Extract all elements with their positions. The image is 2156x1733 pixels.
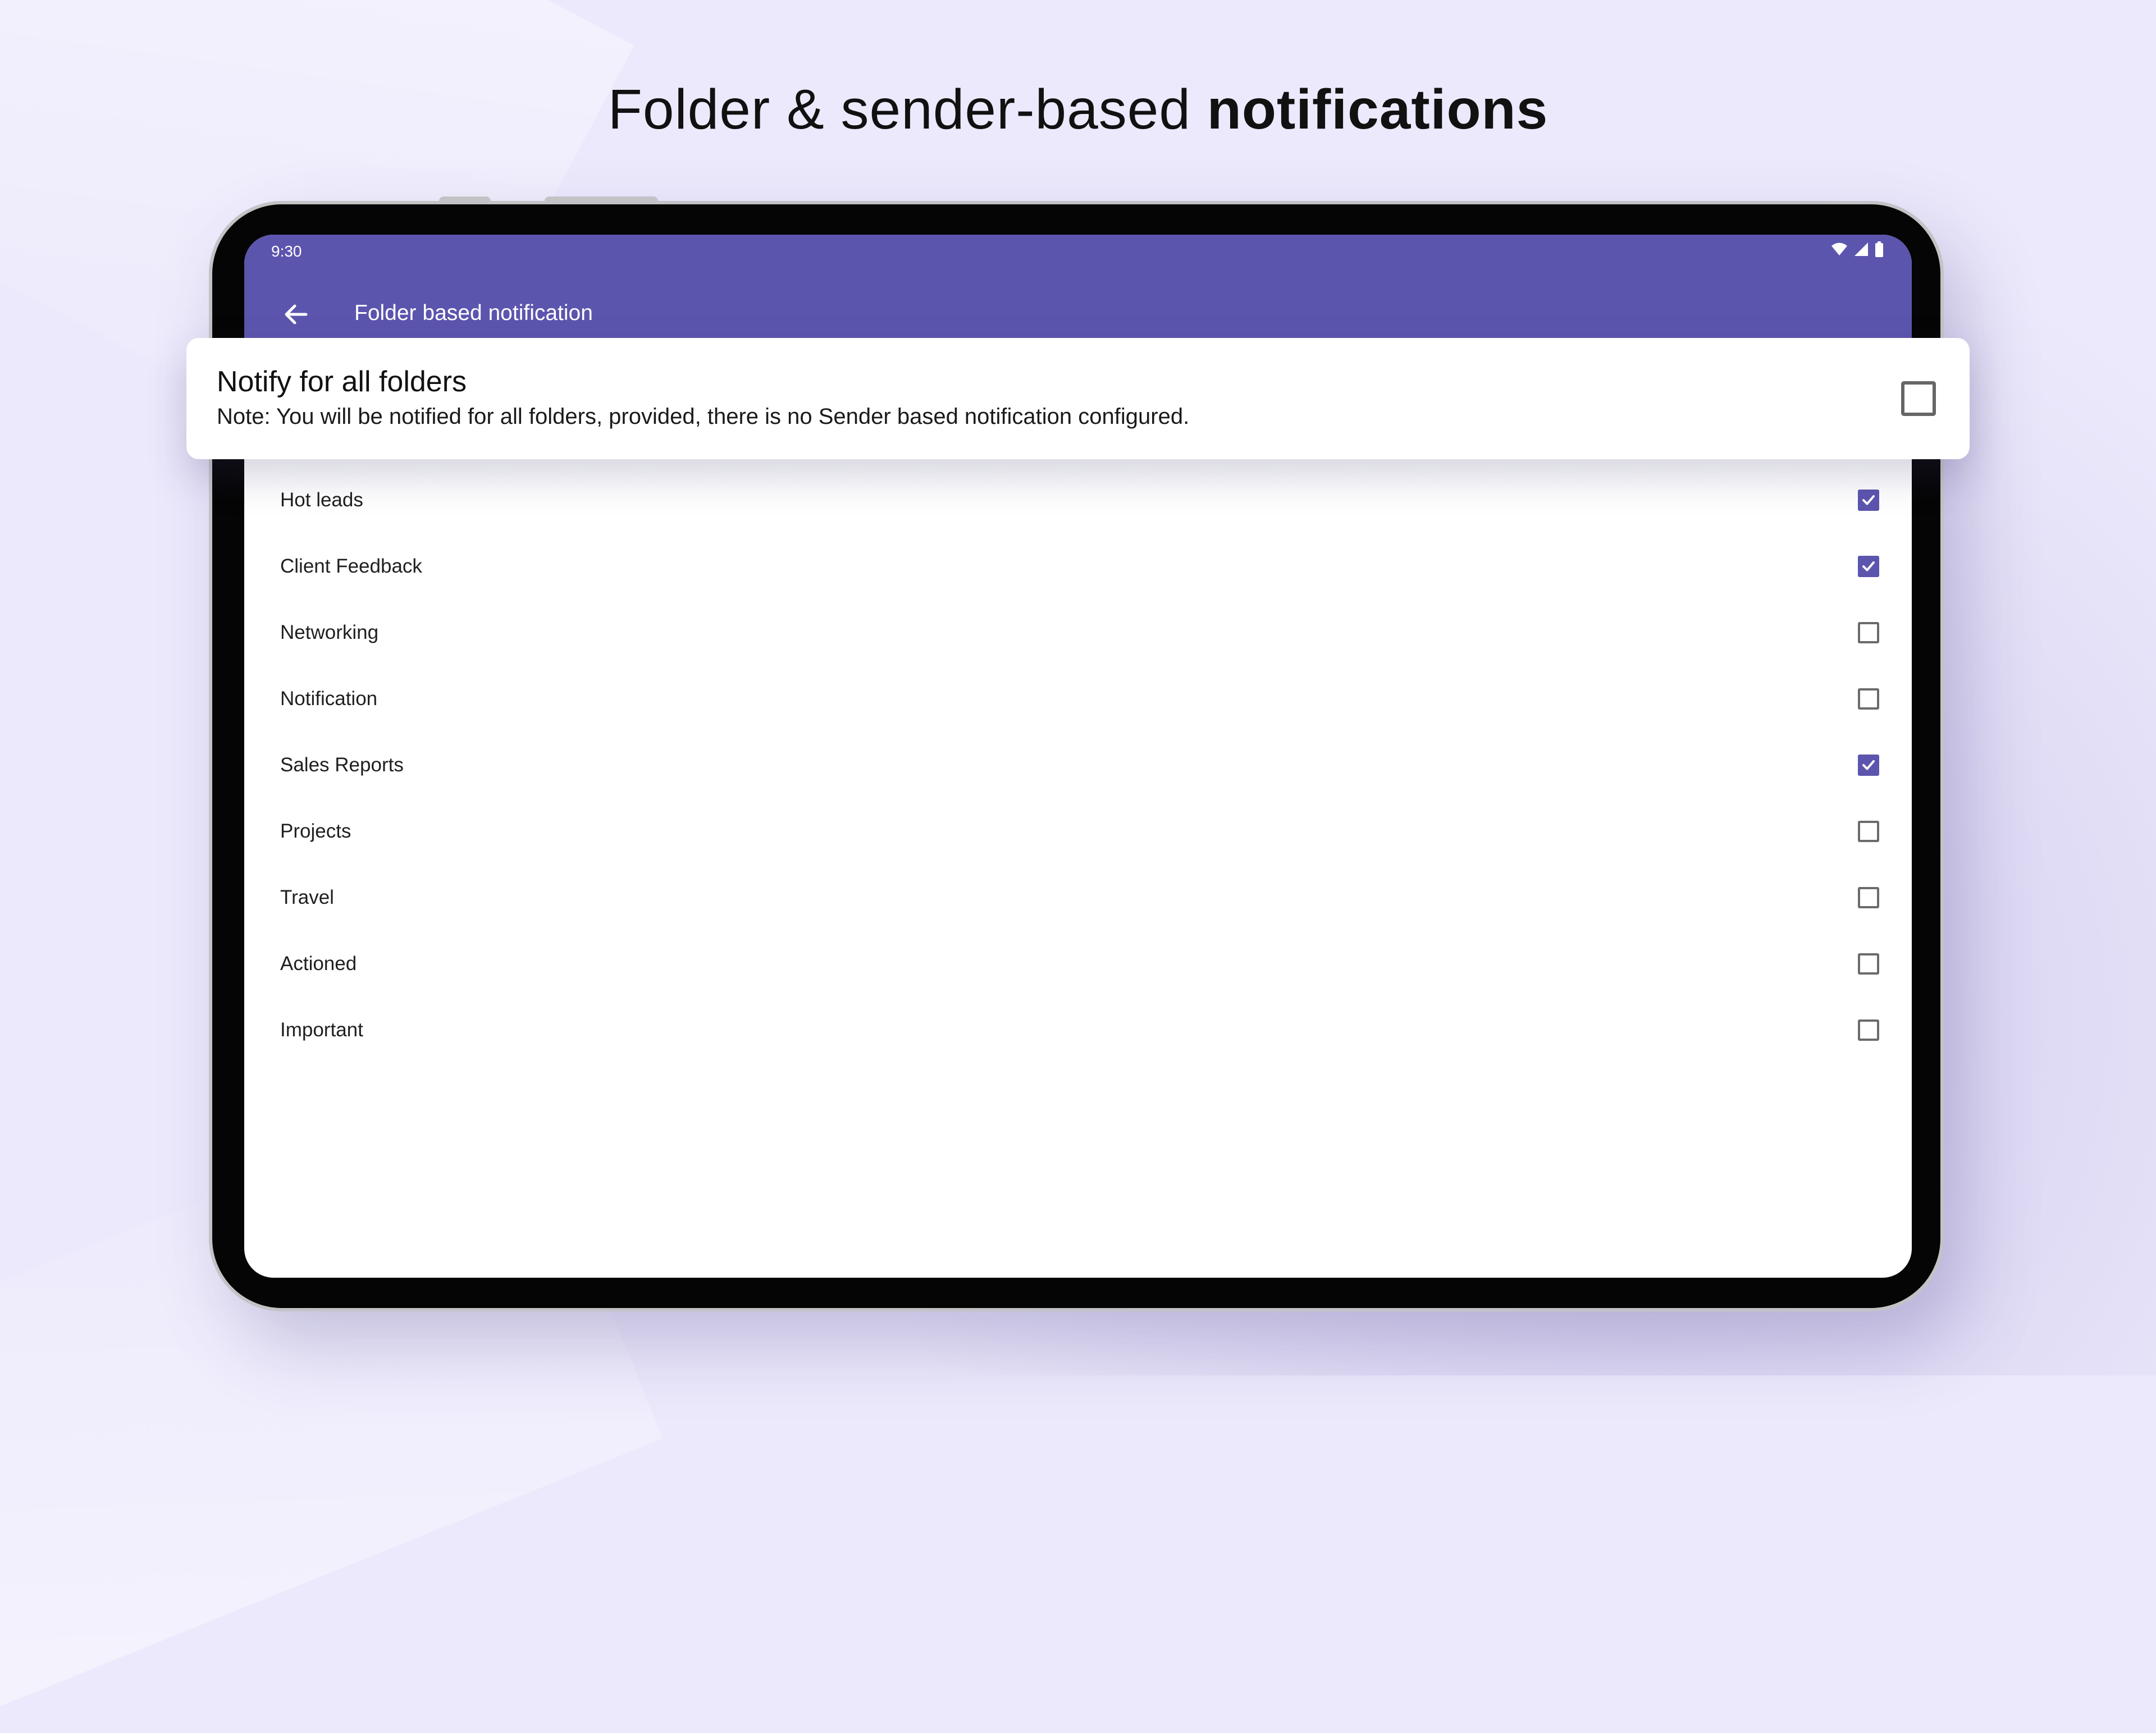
app-bar: 9:30 Folder based notification [244,235,1912,341]
folder-checkbox[interactable] [1858,688,1879,710]
folder-checkbox[interactable] [1858,887,1879,908]
signal-icon [1854,243,1868,256]
folder-label: Projects [280,820,351,842]
notify-all-note: Note: You will be notified for all folde… [217,404,1190,429]
folder-row[interactable]: Networking [244,600,1912,666]
folder-row[interactable]: Important [244,997,1912,1063]
promo-headline: Folder & sender-based notifications [0,77,2156,142]
checkmark-icon [1862,760,1875,770]
arrow-left-icon [285,304,308,324]
folder-row[interactable]: Travel [244,865,1912,931]
folder-checkbox[interactable] [1858,622,1879,643]
folder-row[interactable]: Sales Reports [244,732,1912,798]
folder-row[interactable]: Client Feedback [244,533,1912,600]
status-icons [1831,241,1884,257]
folder-row[interactable]: Notification [244,666,1912,732]
back-button[interactable] [279,298,313,331]
checkmark-icon [1862,561,1875,571]
folder-label: Actioned [280,953,357,975]
folder-checkbox[interactable] [1858,556,1879,577]
status-time: 9:30 [271,243,302,260]
folder-checkbox[interactable] [1858,490,1879,511]
folder-label: Travel [280,886,334,908]
folder-row[interactable]: Projects [244,798,1912,865]
folder-checkbox[interactable] [1858,1019,1879,1041]
folder-row[interactable]: Actioned [244,931,1912,997]
folder-checkbox[interactable] [1858,821,1879,842]
wifi-icon [1831,243,1847,255]
folder-label: Notification [280,688,378,710]
folder-label: Important [280,1019,363,1041]
notify-all-checkbox[interactable] [1901,381,1936,416]
folder-row[interactable]: Hot leads [244,467,1912,533]
headline-bold: notifications [1207,78,1549,141]
notify-all-title: Notify for all folders [217,365,467,398]
headline-regular: Folder & sender-based [607,78,1207,141]
notify-all-banner[interactable]: Notify for all folders Note: You will be… [186,338,1970,459]
page-title: Folder based notification [354,301,593,325]
battery-icon [1875,241,1883,257]
checkmark-icon [1862,495,1875,505]
folder-label: Networking [280,621,379,643]
folder-label: Hot leads [280,489,363,511]
folder-checkbox[interactable] [1858,755,1879,776]
folder-label: Sales Reports [280,754,404,776]
folder-label: Client Feedback [280,555,422,577]
folder-checkbox[interactable] [1858,953,1879,975]
